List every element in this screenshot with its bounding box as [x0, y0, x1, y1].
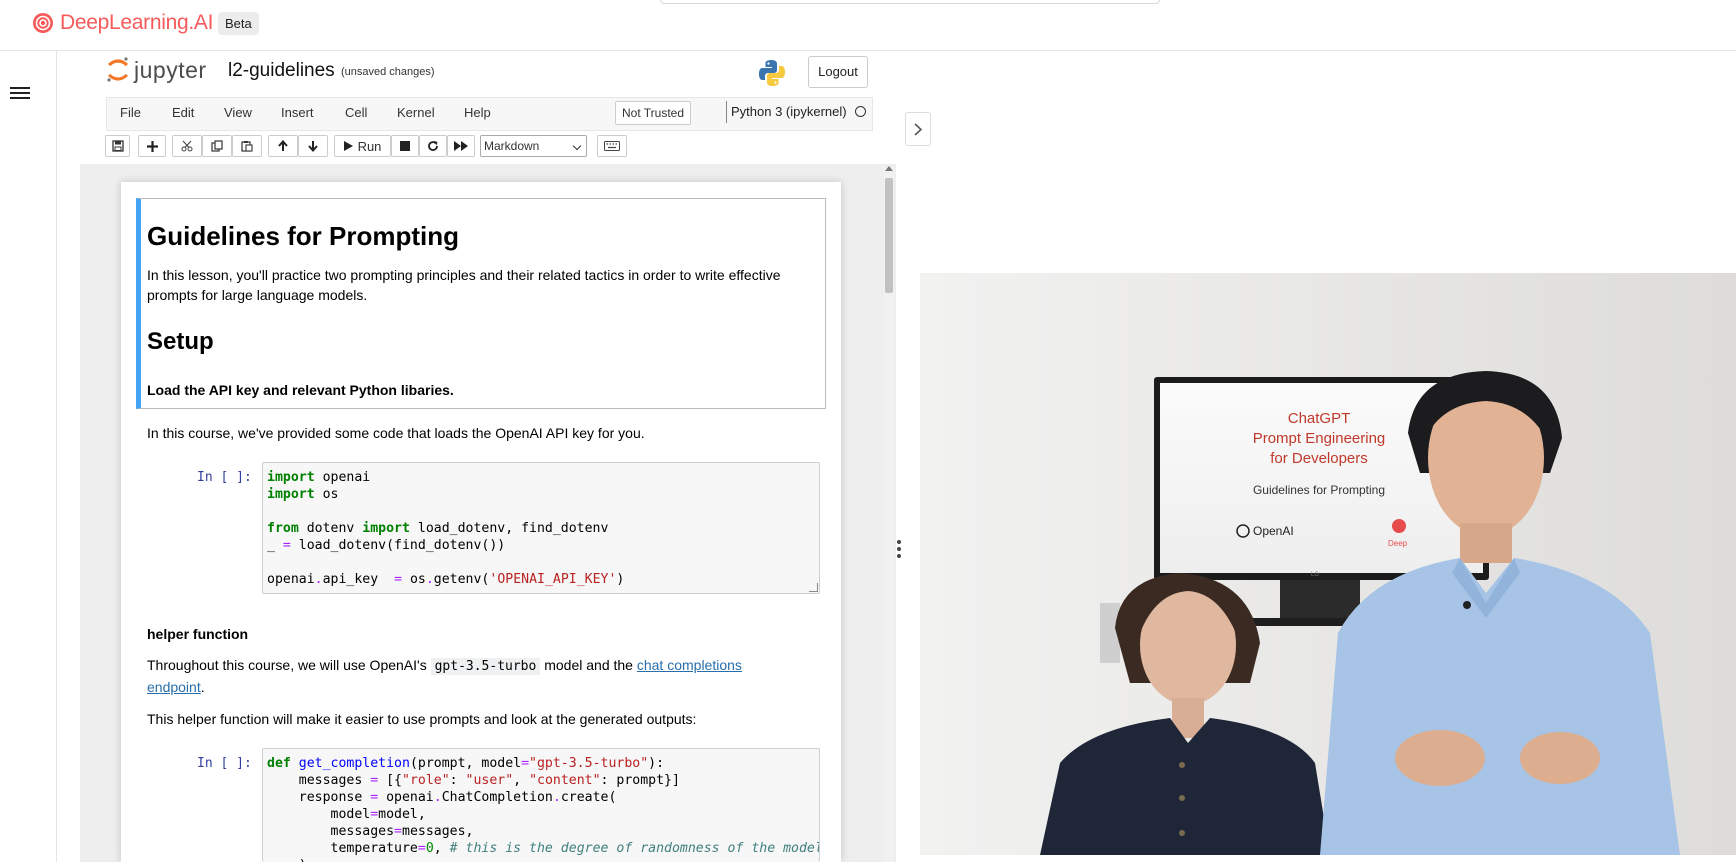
- menu-help[interactable]: Help: [464, 105, 491, 120]
- load-api-key-heading: Load the API key and relevant Python lib…: [147, 382, 454, 398]
- left-rail: [0, 51, 57, 862]
- jupyter-wordmark: jupyter: [134, 56, 207, 83]
- not-trusted-button[interactable]: Not Trusted: [615, 101, 691, 125]
- scissors-icon: [181, 140, 193, 152]
- deeplearning-logo-icon: [33, 13, 53, 33]
- interrupt-button[interactable]: [391, 135, 419, 157]
- hamburger-menu-icon[interactable]: [10, 84, 30, 100]
- model-name-code: gpt-3.5-turbo: [430, 658, 541, 675]
- save-button[interactable]: [105, 135, 130, 157]
- lecture-video[interactable]: ChatGPT Prompt Engineering for Developer…: [920, 273, 1736, 855]
- helper-text-1: Throughout this course, we will use Open…: [147, 657, 427, 673]
- notebook-title[interactable]: l2-guidelines: [228, 60, 335, 82]
- intro-paragraph: In this lesson, you'll practice two prom…: [147, 267, 781, 303]
- copy-button[interactable]: [202, 135, 232, 157]
- insert-cell-button[interactable]: [138, 135, 166, 157]
- slide-deeplearning-logo: Deep: [1388, 539, 1408, 548]
- cut-button[interactable]: [172, 135, 202, 157]
- brand-name: DeepLearning.AI: [60, 11, 214, 34]
- menu-file[interactable]: File: [120, 105, 141, 120]
- top-popup-edge: [660, 0, 1160, 4]
- python-logo-icon: [759, 60, 785, 86]
- unsaved-status: (unsaved changes): [341, 66, 435, 78]
- input-prompt: In [ ]:: [197, 756, 252, 771]
- panel-resize-handle-icon[interactable]: [897, 540, 901, 558]
- arrow-up-icon: [278, 140, 288, 151]
- menu-insert[interactable]: Insert: [281, 105, 314, 120]
- run-button[interactable]: Run: [334, 135, 391, 157]
- code-cell-imports[interactable]: import openai import os from dotenv impo…: [262, 462, 820, 594]
- fast-forward-icon: [454, 141, 468, 151]
- chevron-right-icon: [914, 122, 922, 136]
- monitor-brand: LG: [1311, 572, 1319, 578]
- menu-cell[interactable]: Cell: [345, 105, 367, 120]
- input-prompt: In [ ]:: [197, 470, 252, 485]
- brand-logo[interactable]: DeepLearning.AI: [32, 11, 213, 35]
- kernel-idle-icon: [855, 106, 866, 117]
- copy-icon: [211, 140, 223, 152]
- helper-purpose-paragraph: This helper function will make it easier…: [147, 711, 697, 727]
- play-icon: [343, 141, 353, 151]
- code-cell-get-completion[interactable]: def get_completion(prompt, model="gpt-3.…: [262, 748, 820, 862]
- helper-paragraph: Throughout this course, we will use Open…: [147, 655, 827, 697]
- restart-icon: [428, 141, 438, 151]
- chat-completions-link[interactable]: chat completions: [637, 657, 742, 673]
- top-bar: [0, 0, 1736, 51]
- arrow-down-icon: [308, 141, 318, 152]
- expand-panel-button[interactable]: [905, 112, 931, 146]
- move-down-button[interactable]: [298, 135, 328, 157]
- endpoint-link[interactable]: endpoint: [147, 679, 201, 695]
- course-paragraph: In this course, we've provided some code…: [147, 425, 645, 441]
- slide-subtitle: Guidelines for Prompting: [1253, 483, 1385, 497]
- heading-setup: Setup: [147, 328, 214, 355]
- logout-button[interactable]: Logout: [808, 56, 868, 88]
- slide-title-line1: ChatGPT: [1288, 410, 1351, 427]
- menu-edit[interactable]: Edit: [172, 105, 194, 120]
- paste-button[interactable]: [232, 135, 262, 157]
- slide-title-line3: for Developers: [1270, 450, 1368, 467]
- keyboard-icon: [604, 141, 620, 151]
- restart-run-all-button[interactable]: [447, 135, 475, 157]
- heading-guidelines: Guidelines for Prompting: [147, 221, 460, 251]
- move-up-button[interactable]: [268, 135, 298, 157]
- helper-text-end: .: [200, 679, 205, 695]
- jupyter-logo[interactable]: jupyter: [106, 56, 207, 84]
- kernel-name[interactable]: Python 3 (ipykernel): [726, 101, 847, 123]
- notebook-scrollbar-thumb[interactable]: [885, 178, 893, 293]
- plus-icon: [146, 140, 158, 152]
- stop-icon: [400, 141, 410, 151]
- helper-function-heading: helper function: [147, 626, 249, 642]
- restart-button[interactable]: [419, 135, 447, 157]
- command-palette-button[interactable]: [597, 135, 627, 157]
- scroll-up-arrow-icon[interactable]: [885, 166, 893, 171]
- menu-kernel[interactable]: Kernel: [397, 105, 435, 120]
- resize-handle-icon[interactable]: [809, 583, 818, 592]
- run-label: Run: [357, 138, 382, 154]
- save-icon: [111, 140, 124, 152]
- beta-badge: Beta: [218, 12, 259, 35]
- cell-type-select[interactable]: Markdown: [480, 135, 587, 157]
- menu-view[interactable]: View: [224, 105, 252, 120]
- paste-icon: [241, 141, 253, 152]
- helper-text-2: model and the: [544, 657, 633, 673]
- slide-openai-logo: OpenAI: [1253, 524, 1294, 538]
- slide-title-line2: Prompt Engineering: [1253, 430, 1386, 447]
- jupyter-logo-icon: [107, 57, 128, 82]
- video-frame: ChatGPT Prompt Engineering for Developer…: [920, 273, 1736, 855]
